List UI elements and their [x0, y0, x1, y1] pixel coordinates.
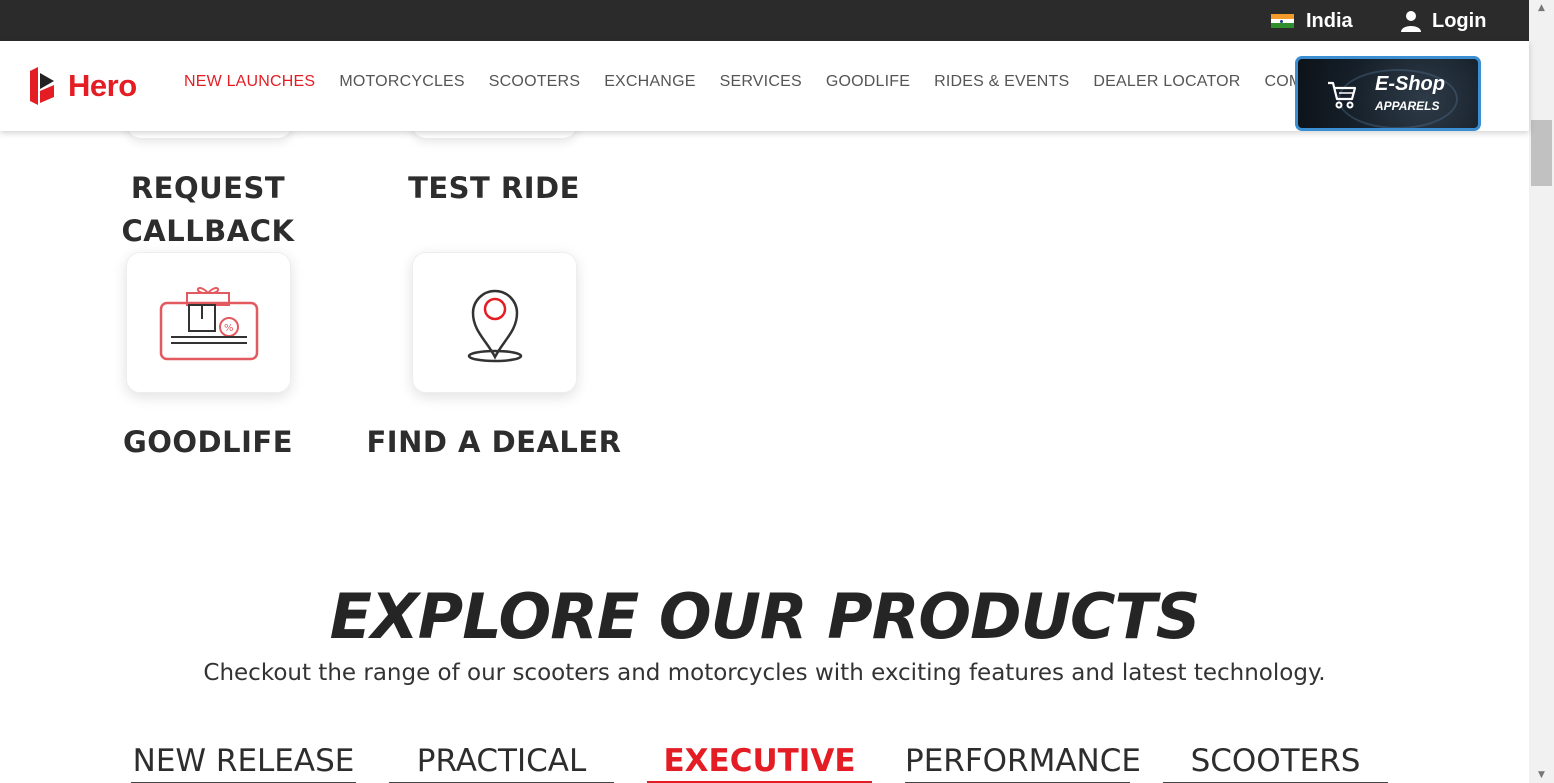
nav-item-exchange[interactable]: EXCHANGE	[604, 73, 695, 91]
tab-new-release[interactable]: NEW RELEASE	[131, 740, 356, 783]
eshop-button[interactable]: E-Shop APPARELS	[1295, 56, 1481, 131]
country-selector[interactable]: India	[1271, 8, 1353, 34]
nav-item-rides-events[interactable]: RIDES & EVENTS	[934, 73, 1069, 91]
country-label: India	[1306, 9, 1353, 32]
test-ride-label[interactable]: TEST RIDE	[364, 167, 624, 210]
nav-item-goodlife[interactable]: GOODLIFE	[826, 73, 910, 91]
nav-item-new-launches[interactable]: NEW LAUNCHES	[184, 73, 315, 91]
request-callback-line1: REQUEST	[130, 171, 286, 205]
find-dealer-label[interactable]: FIND A DEALER	[364, 421, 624, 464]
scroll-down-icon[interactable]: ▼	[1529, 767, 1554, 783]
nav-item-motorcycles[interactable]: MOTORCYCLES	[339, 73, 464, 91]
main-navbar: Hero NEW LAUNCHES MOTORCYCLES SCOOTERS EXCH…	[0, 41, 1529, 131]
eshop-subtitle: APPARELS	[1375, 99, 1440, 113]
main-menu: NEW LAUNCHES MOTORCYCLES SCOOTERS EXCHANGE S…	[184, 73, 1370, 91]
hero-logo-icon	[30, 67, 54, 105]
page: India Login Hero NEW LAUNCHES MOTORCYCLES…	[0, 0, 1554, 783]
login-label: Login	[1432, 9, 1487, 32]
goodlife-label[interactable]: GOODLIFE	[78, 421, 338, 464]
tab-performance[interactable]: PERFORMANCE	[905, 740, 1141, 783]
explore-title: EXPLORE OUR PRODUCTS	[329, 580, 1201, 653]
map-pin-icon	[467, 289, 522, 362]
hero-logo[interactable]: Hero	[28, 67, 137, 105]
tab-scooters[interactable]: SCOOTERS	[1163, 740, 1388, 783]
request-callback-label[interactable]: REQUEST CALLBACK	[78, 167, 338, 253]
eshop-title: E-Shop	[1375, 73, 1445, 95]
gift-card-icon: %	[159, 286, 258, 360]
request-callback-line2: CALLBACK	[121, 214, 295, 248]
logo-wordmark: Hero	[68, 68, 137, 103]
page-scrollbar[interactable]: ▲ ▼	[1529, 0, 1554, 783]
nav-item-dealer-locator[interactable]: DEALER LOCATOR	[1093, 73, 1240, 91]
explore-subtitle: Checkout the range of our scooters and m…	[203, 660, 1326, 686]
nav-item-scooters[interactable]: SCOOTERS	[489, 73, 580, 91]
goodlife-card[interactable]: %	[126, 252, 291, 393]
flag-india-icon	[1271, 14, 1294, 29]
login-link[interactable]: Login	[1400, 8, 1486, 34]
find-dealer-card[interactable]	[412, 252, 577, 393]
nav-item-services[interactable]: SERVICES	[720, 73, 802, 91]
user-icon	[1401, 11, 1421, 32]
svg-text:%: %	[224, 323, 234, 334]
scrollbar-thumb[interactable]	[1531, 120, 1552, 186]
scroll-up-icon[interactable]: ▲	[1529, 0, 1554, 16]
tab-practical[interactable]: PRACTICAL	[389, 740, 614, 783]
tab-executive[interactable]: EXECUTIVE	[647, 740, 872, 783]
product-category-tabs: NEW RELEASE PRACTICAL EXECUTIVE PERFORMANCE…	[131, 740, 1421, 783]
cart-icon	[1328, 81, 1357, 109]
top-utility-bar: India Login	[0, 0, 1529, 41]
